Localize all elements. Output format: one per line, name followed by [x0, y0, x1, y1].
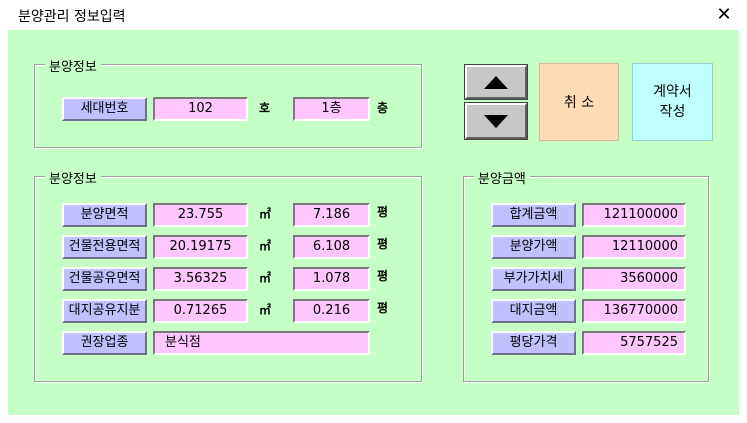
shared-area-sqm-field[interactable]: 3.56325: [153, 267, 248, 291]
sale-price-field[interactable]: 12110000: [582, 235, 686, 259]
pyeong-unit: 평: [377, 269, 389, 283]
shared-area-label: 건물공유면적: [62, 267, 147, 291]
area-info-group: 분양정보 분양면적 23.755 ㎡ 7.186 평 건물전용면적 20.191…: [34, 168, 422, 382]
exclusive-area-label: 건물전용면적: [62, 235, 147, 259]
vat-field[interactable]: 3560000: [582, 267, 686, 291]
floor-suffix: 층: [377, 101, 389, 115]
arrow-up-icon: [484, 75, 508, 89]
pyeong-unit: 평: [377, 205, 389, 219]
land-amount-label: 대지금액: [491, 299, 576, 323]
pyeong-unit: 평: [377, 301, 389, 315]
ho-suffix: 호: [259, 101, 271, 115]
unit-number-label: 세대번호: [62, 97, 147, 121]
unit-info-group: 분양정보 세대번호 102 호 1층 층: [34, 56, 422, 148]
total-amount-field[interactable]: 121100000: [582, 203, 686, 227]
land-share-label: 대지공유지분: [62, 299, 147, 323]
recommended-business-field[interactable]: 분식점: [153, 331, 370, 355]
create-contract-button[interactable]: 계약서 작성: [632, 63, 713, 141]
cancel-button[interactable]: 취 소: [539, 63, 619, 141]
down-button[interactable]: [464, 102, 528, 140]
create-contract-label-line1: 계약서: [653, 84, 692, 100]
up-button[interactable]: [464, 64, 528, 100]
sale-area-label: 분양면적: [62, 203, 147, 227]
shared-area-pyeong-field[interactable]: 1.078: [293, 267, 370, 291]
area-info-group-title: 분양정보: [45, 168, 101, 187]
unit-info-group-title: 분양정보: [45, 56, 101, 75]
title-bar: 분양관리 정보입력 ✕: [0, 0, 747, 30]
land-share-pyeong-field[interactable]: 0.216: [293, 299, 370, 323]
create-contract-label-line2: 작성: [659, 104, 686, 120]
form-panel: 분양정보 세대번호 102 호 1층 층 취 소 계약서 작성 분양정보 분양면…: [8, 30, 739, 415]
land-share-sqm-field[interactable]: 0.71265: [153, 299, 248, 323]
price-per-pyeong-field[interactable]: 5757525: [582, 331, 686, 355]
arrow-down-icon: [484, 114, 508, 128]
land-amount-field[interactable]: 136770000: [582, 299, 686, 323]
unit-number-field[interactable]: 102: [153, 97, 248, 121]
sale-area-sqm-field[interactable]: 23.755: [153, 203, 248, 227]
sqm-unit: ㎡: [259, 271, 272, 285]
sale-price-label: 분양가액: [491, 235, 576, 259]
price-per-pyeong-label: 평당가격: [491, 331, 576, 355]
recommended-business-label: 권장업종: [62, 331, 147, 355]
sqm-unit: ㎡: [259, 303, 272, 317]
floor-field[interactable]: 1층: [293, 97, 370, 121]
sale-area-pyeong-field[interactable]: 7.186: [293, 203, 370, 227]
exclusive-area-sqm-field[interactable]: 20.19175: [153, 235, 248, 259]
sale-price-group: 분양금액 합계금액 121100000 분양가액 12110000 부가가치세 …: [463, 168, 709, 382]
sale-price-group-title: 분양금액: [474, 168, 530, 187]
close-icon[interactable]: ✕: [708, 2, 740, 28]
pyeong-unit: 평: [377, 237, 389, 251]
sqm-unit: ㎡: [259, 207, 272, 221]
vat-label: 부가가치세: [491, 267, 576, 291]
sqm-unit: ㎡: [259, 239, 272, 253]
cancel-button-label: 취 소: [563, 95, 595, 111]
window-title: 분양관리 정보입력: [18, 9, 126, 25]
exclusive-area-pyeong-field[interactable]: 6.108: [293, 235, 370, 259]
total-amount-label: 합계금액: [491, 203, 576, 227]
